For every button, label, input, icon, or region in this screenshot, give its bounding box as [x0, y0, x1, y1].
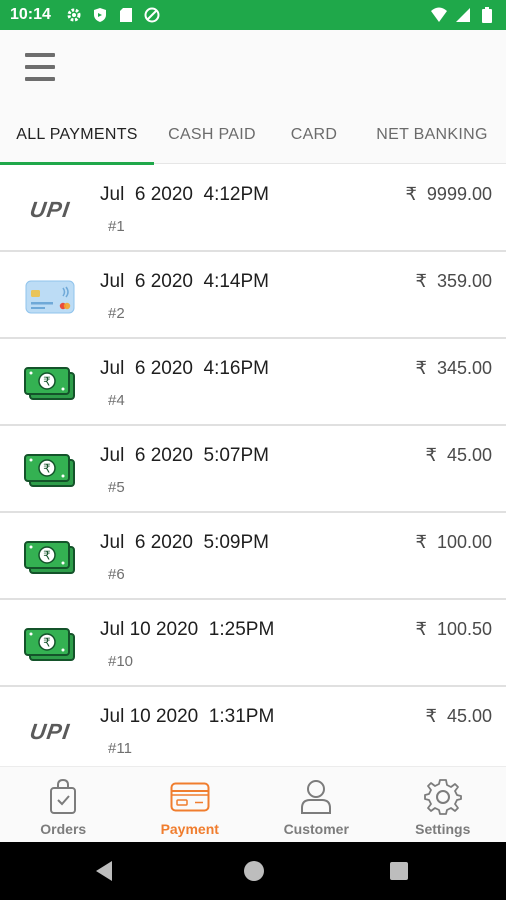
- cash-icon: ₹: [22, 453, 78, 489]
- nav-label-customer: Customer: [283, 821, 349, 837]
- svg-text:₹: ₹: [43, 462, 51, 476]
- payment-row[interactable]: ₹ Jul 6 2020 5:07PM #5 ₹ 45.00: [0, 427, 506, 513]
- payment-date: Jul 6 2020 4:14PM: [100, 271, 269, 292]
- cash-icon: ₹: [22, 366, 78, 402]
- tab-cash-paid[interactable]: CASH PAID: [154, 106, 270, 164]
- gear-icon: [65, 6, 83, 24]
- payment-row[interactable]: ₹ Jul 10 2020 1:25PM #10 ₹ 100.50: [0, 601, 506, 687]
- payment-amount: ₹ 9999.00: [405, 184, 492, 204]
- payment-tabs: ALL PAYMENTS CASH PAID CARD NET BANKING: [0, 106, 506, 165]
- battery-icon: [478, 6, 496, 24]
- credit-card-icon: [22, 279, 78, 315]
- tab-card[interactable]: CARD: [270, 106, 358, 164]
- tab-all-payments[interactable]: ALL PAYMENTS: [0, 106, 154, 165]
- payment-amount: ₹ 45.00: [425, 445, 493, 465]
- upi-icon: UPI: [28, 719, 72, 744]
- app-bar: [0, 30, 506, 106]
- status-bar: 10:14: [0, 0, 506, 30]
- person-icon: [296, 777, 336, 817]
- payment-amount: ₹ 100.00: [415, 532, 492, 552]
- status-icons-left: [65, 6, 161, 24]
- gear-icon: [423, 777, 463, 817]
- signal-icon: [454, 6, 472, 24]
- payment-date: Jul 6 2020 5:09PM: [100, 532, 269, 553]
- back-icon[interactable]: [96, 861, 112, 881]
- order-number: #6: [108, 566, 125, 583]
- cash-icon: ₹: [22, 540, 78, 576]
- payment-date: Jul 6 2020 4:12PM: [100, 184, 269, 205]
- payment-amount: ₹ 359.00: [415, 271, 492, 291]
- payment-date: Jul 10 2020 1:25PM: [100, 619, 275, 640]
- svg-text:₹: ₹: [43, 375, 51, 389]
- order-number: #10: [108, 653, 134, 670]
- wifi-icon: [430, 6, 448, 24]
- sd-card-icon: [117, 6, 135, 24]
- payment-amount: ₹ 45.00: [425, 706, 493, 726]
- upi-icon: UPI: [28, 197, 72, 222]
- bottom-navigation: Orders Payment Customer Settings: [0, 766, 506, 842]
- tab-net-banking[interactable]: NET BANKING: [358, 106, 506, 164]
- recent-apps-icon[interactable]: [390, 862, 408, 880]
- at-sign-icon: [143, 6, 161, 24]
- shopping-bag-icon: [43, 777, 83, 817]
- credit-card-icon: [170, 777, 210, 817]
- nav-label-orders: Orders: [40, 821, 87, 837]
- hamburger-menu-icon[interactable]: [22, 50, 58, 84]
- nav-payment[interactable]: Payment: [127, 767, 254, 843]
- order-number: #4: [108, 392, 125, 409]
- payment-date: Jul 6 2020 4:16PM: [100, 358, 269, 379]
- nav-customer[interactable]: Customer: [253, 767, 380, 843]
- status-icons-right: [430, 6, 496, 24]
- payment-row[interactable]: UPI Jul 6 2020 4:12PM #1 ₹ 9999.00: [0, 166, 506, 252]
- payment-amount: ₹ 100.50: [415, 619, 492, 639]
- status-time: 10:14: [10, 6, 51, 23]
- payment-row[interactable]: Jul 6 2020 4:14PM #2 ₹ 359.00: [0, 253, 506, 339]
- payment-amount: ₹ 345.00: [415, 358, 492, 378]
- payment-row[interactable]: ₹ Jul 6 2020 5:09PM #6 ₹ 100.00: [0, 514, 506, 600]
- cash-icon: ₹: [22, 627, 78, 663]
- svg-text:₹: ₹: [43, 636, 51, 650]
- payment-date: Jul 10 2020 1:31PM: [100, 706, 275, 727]
- svg-text:₹: ₹: [43, 549, 51, 563]
- order-number: #11: [108, 740, 132, 757]
- nav-label-settings: Settings: [415, 821, 471, 837]
- nav-settings[interactable]: Settings: [380, 767, 506, 843]
- order-number: #2: [108, 305, 125, 322]
- payment-row[interactable]: ₹ Jul 6 2020 4:16PM #4 ₹ 345.00: [0, 340, 506, 426]
- shield-icon: [91, 6, 109, 24]
- payment-row[interactable]: UPI Jul 10 2020 1:31PM #11 ₹ 45.00: [0, 688, 506, 766]
- system-navigation-bar: [0, 842, 506, 900]
- payment-date: Jul 6 2020 5:07PM: [100, 445, 269, 466]
- nav-orders[interactable]: Orders: [0, 767, 127, 843]
- nav-label-payment: Payment: [160, 821, 219, 837]
- order-number: #5: [108, 479, 125, 496]
- home-icon[interactable]: [244, 861, 264, 881]
- order-number: #1: [108, 218, 125, 235]
- payment-list: UPI Jul 6 2020 4:12PM #1 ₹ 9999.00 Jul 6…: [0, 166, 506, 766]
